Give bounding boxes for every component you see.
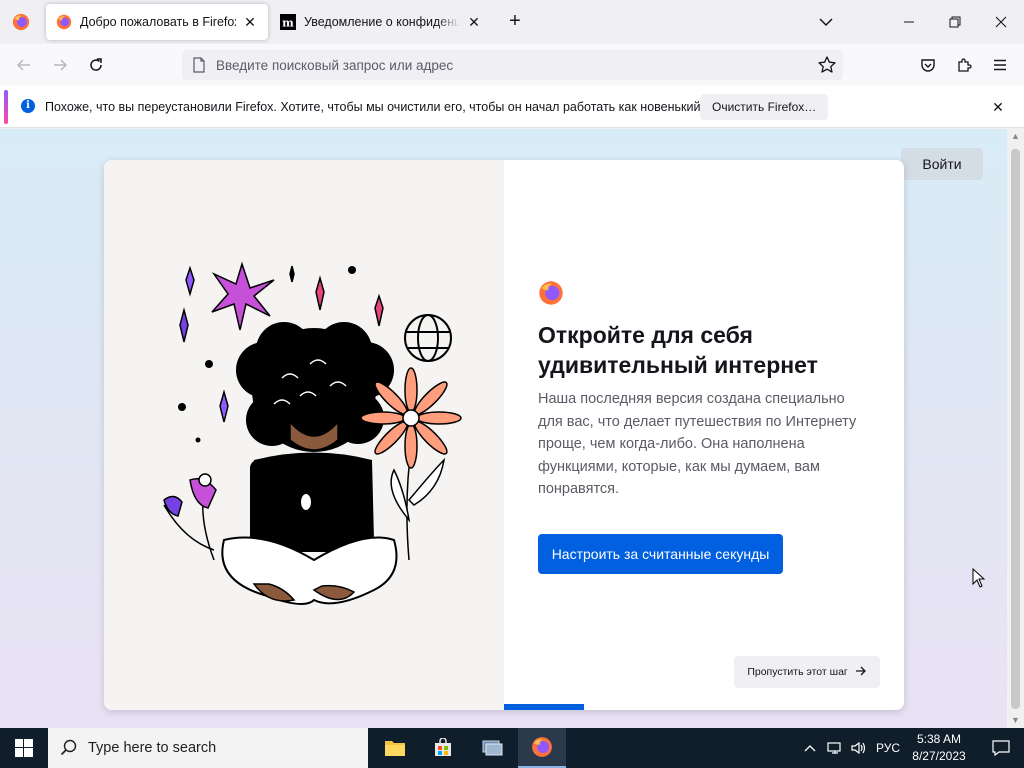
tab-welcome[interactable]: Добро пожаловать в Firefox ✕	[46, 4, 268, 40]
forward-icon[interactable]	[46, 51, 74, 79]
welcome-subtitle: Наша последняя версия создана специально…	[538, 391, 857, 497]
firefox-icon	[56, 14, 72, 30]
onboarding-content: Откройте для себя удивительный интернет …	[504, 160, 904, 710]
show-hidden-icons-icon[interactable]	[800, 728, 820, 768]
new-tab-icon[interactable]: +	[503, 10, 527, 34]
extensions-icon[interactable]	[950, 51, 978, 79]
taskbar-search-placeholder: Type here to search	[88, 740, 217, 756]
welcome-title: Откройте для себя удивительный интернет	[538, 322, 818, 378]
search-icon	[60, 739, 77, 756]
firefox-icon	[12, 13, 30, 31]
mozilla-icon: m	[280, 14, 296, 30]
vertical-scrollbar[interactable]: ▲ ▼	[1007, 129, 1024, 728]
firefox-icon	[532, 737, 552, 757]
signin-button[interactable]: Войти	[901, 148, 983, 180]
windows-taskbar: Type here to search РУС 5:38 AM 8/27/202…	[0, 728, 1024, 768]
taskbar-clock[interactable]: 5:38 AM 8/27/2023	[906, 731, 972, 765]
menu-icon[interactable]	[986, 51, 1014, 79]
onboarding-card: Откройте для себя удивительный интернет …	[104, 160, 904, 710]
onboarding-illustration	[104, 160, 504, 710]
tab-close-icon[interactable]: ✕	[466, 14, 482, 30]
skip-step-label: Пропустить этот шаг	[747, 666, 848, 678]
tab-label: Уведомление о конфиденциальности	[304, 15, 460, 29]
address-bar[interactable]	[182, 50, 843, 80]
network-icon[interactable]	[824, 728, 846, 768]
tab-strip: Добро пожаловать в Firefox ✕ m Уведомлен…	[0, 0, 1024, 44]
scroll-down-icon[interactable]: ▼	[1010, 715, 1021, 726]
maximize-icon[interactable]	[932, 0, 978, 44]
taskbar-search-box[interactable]: Type here to search	[48, 728, 368, 768]
page-icon	[193, 57, 205, 73]
notification-close-icon[interactable]: ✕	[989, 98, 1007, 116]
onboarding-progress	[504, 704, 904, 710]
refresh-firefox-button[interactable]: Очистить Firefox…	[700, 94, 829, 120]
minimize-icon[interactable]	[886, 0, 932, 44]
tab-close-icon[interactable]: ✕	[242, 14, 258, 30]
mouse-cursor-icon	[972, 568, 986, 588]
person-with-laptop-illustration	[163, 261, 462, 605]
svg-text:m: m	[282, 17, 294, 30]
scrollbar-thumb[interactable]	[1011, 149, 1020, 709]
tab-label: Добро пожаловать в Firefox	[80, 15, 236, 29]
store-icon[interactable]	[419, 728, 467, 768]
network-app-icon[interactable]	[468, 728, 516, 768]
window-close-icon[interactable]	[978, 0, 1024, 44]
clock-date: 8/27/2023	[912, 749, 966, 763]
info-icon: i	[21, 99, 35, 113]
firefox-taskbar-icon[interactable]	[518, 728, 566, 768]
reload-icon[interactable]	[82, 51, 110, 79]
get-started-button[interactable]: Настроить за считанные секунды	[538, 534, 783, 574]
reset-notification-bar: i Похоже, что вы переустановили Firefox.…	[0, 86, 1024, 128]
clock-time: 5:38 AM	[916, 732, 962, 746]
bookmark-star-icon[interactable]	[817, 55, 837, 75]
scroll-up-icon[interactable]: ▲	[1010, 131, 1021, 142]
back-icon[interactable]	[10, 51, 38, 79]
pocket-icon[interactable]	[914, 51, 942, 79]
arrow-right-icon	[855, 666, 866, 676]
url-input[interactable]	[216, 57, 796, 73]
notification-accent	[4, 90, 8, 124]
firefox-view-button[interactable]	[0, 0, 42, 44]
skip-step-button[interactable]: Пропустить этот шаг	[734, 656, 880, 688]
navigation-toolbar	[0, 44, 1024, 86]
input-language[interactable]: РУС	[872, 728, 904, 768]
progress-fill	[504, 704, 584, 710]
action-center-icon[interactable]	[978, 728, 1024, 768]
file-explorer-icon[interactable]	[371, 728, 419, 768]
volume-icon[interactable]	[848, 728, 870, 768]
windows-start-icon[interactable]	[0, 728, 48, 768]
notification-message: Похоже, что вы переустановили Firefox. Х…	[45, 100, 708, 114]
firefox-icon	[539, 281, 563, 305]
list-all-tabs-icon[interactable]	[815, 11, 837, 33]
tab-privacy-notice[interactable]: m Уведомление о конфиденциальности ✕	[270, 4, 492, 40]
